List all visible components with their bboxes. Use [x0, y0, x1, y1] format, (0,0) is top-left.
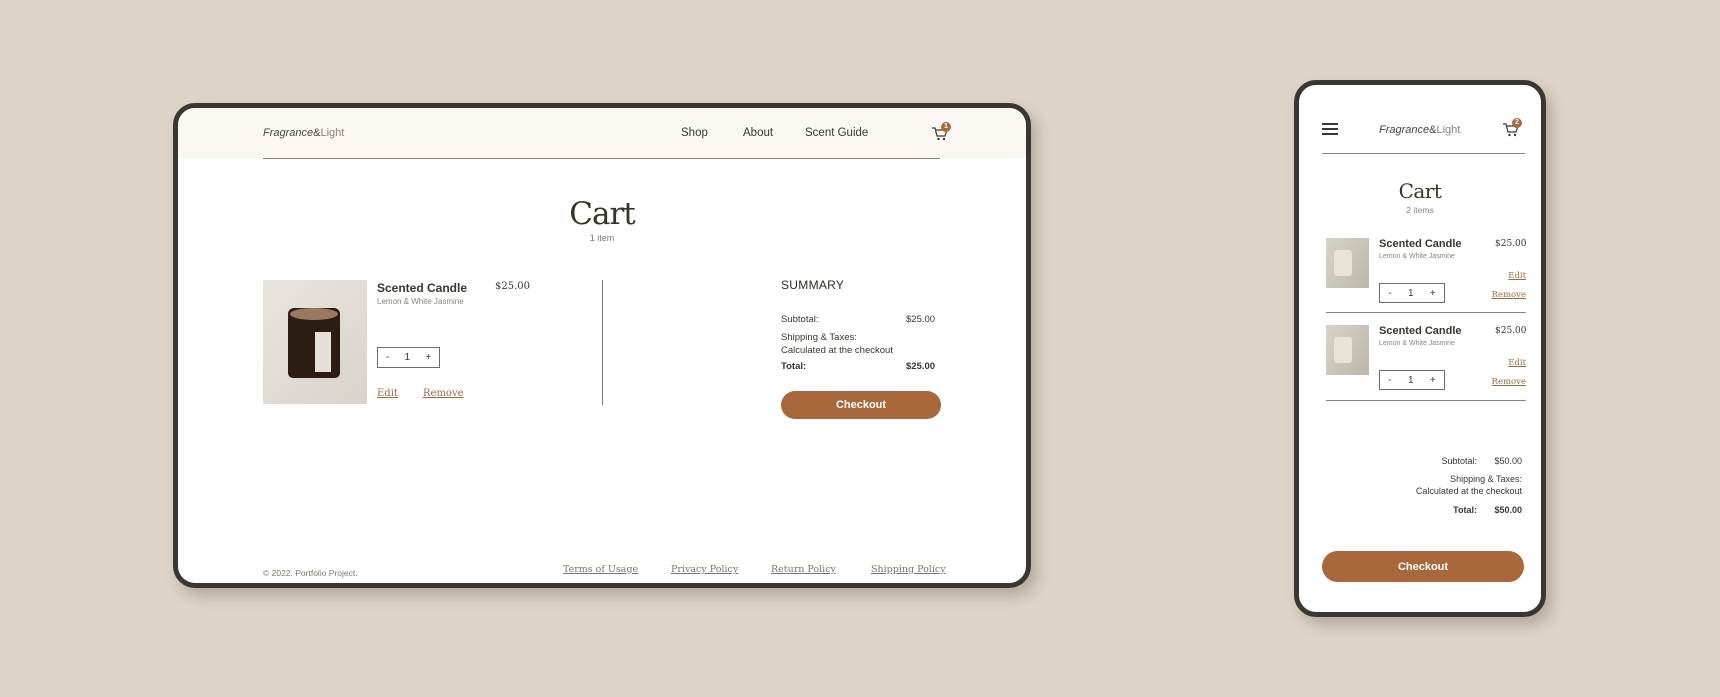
page-title: Cart [569, 196, 635, 232]
nav-shop[interactable]: Shop [681, 127, 708, 139]
quantity-stepper[interactable]: - 1 + [377, 347, 440, 368]
mobile-header-divider [1322, 153, 1525, 154]
mobile-quantity-stepper[interactable]: - 1 + [1379, 283, 1445, 303]
hamburger-icon[interactable] [1322, 123, 1338, 135]
desktop-frame: Fragrance&Light Shop About Scent Guide 1… [173, 103, 1031, 588]
mobile-item-variant: Lemon & White Jasmine [1379, 253, 1455, 260]
brand-light: Light [320, 127, 345, 139]
vertical-divider [602, 280, 603, 405]
mobile-checkout-button[interactable]: Checkout [1322, 551, 1524, 582]
total-label: Total: [781, 361, 807, 372]
mobile-cart-badge: 2 [1512, 118, 1522, 128]
mobile-remove-link[interactable]: Remove [1492, 377, 1526, 387]
mobile-brand-logo[interactable]: Fragrance&Light [1379, 124, 1460, 136]
mobile-shipping-label: Shipping & Taxes: [1450, 474, 1522, 484]
qty-value: 1 [1407, 374, 1414, 386]
subtotal-label: Subtotal: [781, 314, 819, 325]
mobile-item-price: $25.00 [1495, 239, 1527, 249]
mobile-edit-link[interactable]: Edit [1508, 358, 1526, 368]
item-price: $25.00 [495, 281, 530, 292]
footer-link-privacy[interactable]: Privacy Policy [671, 564, 738, 575]
remove-link[interactable]: Remove [423, 388, 464, 399]
item-separator [1326, 312, 1526, 313]
qty-decrease-button[interactable]: - [1388, 288, 1391, 299]
item-count: 1 item [589, 233, 615, 243]
total-value: $25.00 [906, 361, 936, 372]
item-variant: Lemon & White Jasmine [377, 297, 464, 306]
shipping-note: Calculated at the checkout [781, 345, 893, 356]
cart-badge: 1 [941, 122, 951, 132]
mobile-item-price: $25.00 [1495, 326, 1527, 336]
mobile-brand-name: Fragrance [1379, 124, 1430, 136]
mobile-frame: Fragrance&Light 2 Cart 2 items Scented C… [1294, 80, 1546, 617]
brand-logo[interactable]: Fragrance&Light [263, 127, 344, 139]
edit-link[interactable]: Edit [377, 388, 398, 399]
mobile-shipping-note: Calculated at the checkout [1415, 486, 1522, 496]
summary-title: SUMMARY [781, 278, 845, 292]
footer-link-terms[interactable]: Terms of Usage [563, 564, 638, 575]
mobile-item-name: Scented Candle [1379, 325, 1462, 337]
qty-increase-button[interactable]: + [425, 352, 431, 363]
mobile-page-title: Cart [1398, 179, 1442, 203]
footer-link-return[interactable]: Return Policy [771, 564, 836, 575]
subtotal-value: $25.00 [906, 314, 936, 325]
product-image[interactable] [263, 280, 367, 404]
mobile-product-image[interactable] [1326, 238, 1369, 288]
mobile-subtotal-value: $50.00 [1494, 456, 1522, 466]
mobile-item-variant: Lemon & White Jasmine [1379, 340, 1455, 347]
mobile-product-image[interactable] [1326, 325, 1369, 375]
brand-name: Fragrance [263, 127, 314, 139]
mobile-quantity-stepper[interactable]: - 1 + [1379, 370, 1445, 390]
mobile-item-count: 2 items [1406, 205, 1434, 215]
qty-decrease-button[interactable]: - [386, 352, 389, 363]
mobile-total-label: Total: [1453, 505, 1477, 515]
qty-increase-button[interactable]: + [1430, 375, 1436, 386]
mobile-remove-link[interactable]: Remove [1492, 290, 1526, 300]
mobile-item-name: Scented Candle [1379, 238, 1462, 250]
mobile-subtotal-label: Subtotal: [1441, 456, 1477, 466]
checkout-button[interactable]: Checkout [781, 391, 941, 419]
mobile-brand-light: Light [1436, 124, 1461, 136]
header-divider [263, 158, 940, 159]
shipping-label: Shipping & Taxes: [781, 332, 857, 343]
mobile-edit-link[interactable]: Edit [1508, 271, 1526, 281]
item-name: Scented Candle [377, 281, 468, 295]
qty-decrease-button[interactable]: - [1388, 375, 1391, 386]
nav-about[interactable]: About [743, 127, 773, 139]
qty-increase-button[interactable]: + [1430, 288, 1436, 299]
qty-value: 1 [404, 352, 411, 363]
item-separator [1326, 400, 1526, 401]
footer-link-shipping[interactable]: Shipping Policy [871, 564, 946, 575]
copyright: © 2022. Portfolio Project. [263, 568, 358, 578]
nav-scent-guide[interactable]: Scent Guide [805, 127, 868, 139]
mobile-total-value: $50.00 [1494, 505, 1522, 515]
qty-value: 1 [1407, 287, 1414, 299]
